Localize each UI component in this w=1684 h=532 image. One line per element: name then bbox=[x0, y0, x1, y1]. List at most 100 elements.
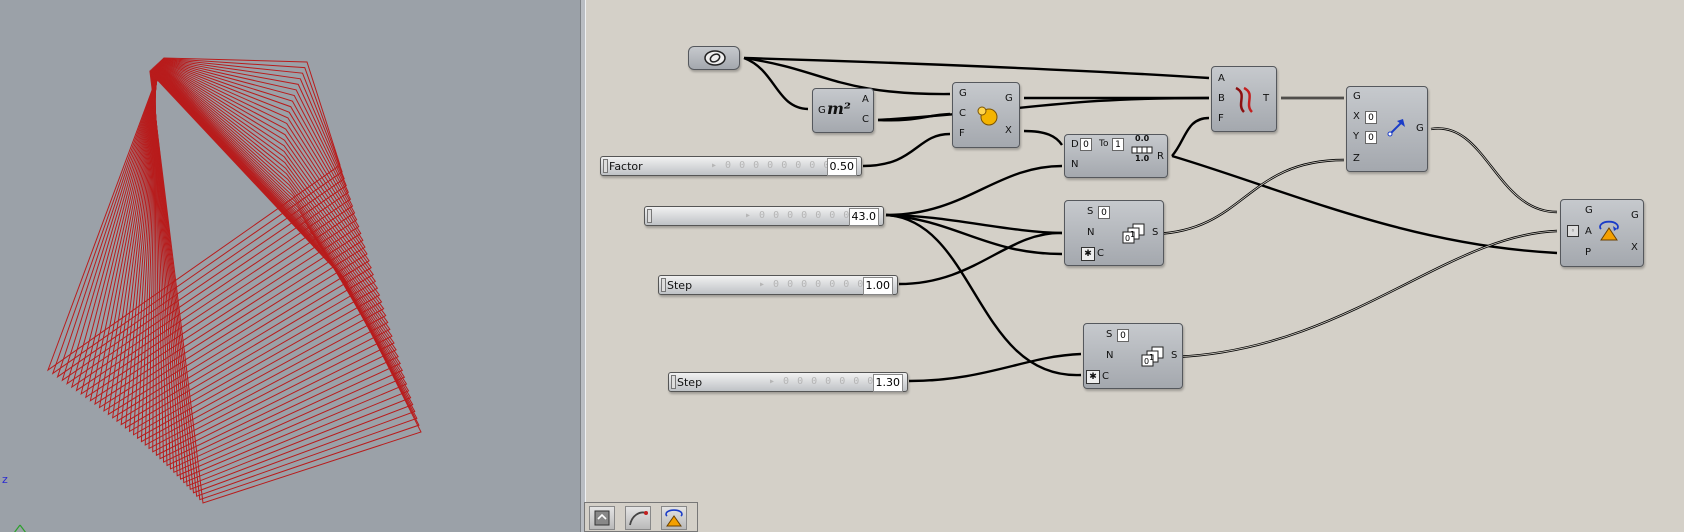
scale-input-c: C bbox=[959, 108, 966, 119]
range-component[interactable]: D 0 To 1 N 0.0 1.0 R bbox=[1064, 134, 1168, 178]
factor-slider[interactable]: Factor ▸ 0 0 0 0 0 0 0 0 0 0.50 bbox=[600, 156, 862, 176]
move-input-z: Z bbox=[1353, 153, 1360, 164]
scale-input-g: G bbox=[959, 88, 967, 99]
step2-slider-label: Step bbox=[677, 376, 703, 389]
bake-icon bbox=[665, 509, 683, 527]
series1-input-n: N bbox=[1087, 227, 1095, 238]
slider-grip[interactable] bbox=[603, 159, 608, 173]
range-icon-top: 0.0 bbox=[1135, 134, 1150, 143]
series1-input-s: S bbox=[1087, 206, 1094, 217]
series2-output-s: S bbox=[1171, 350, 1178, 361]
range-input-d: D bbox=[1071, 139, 1079, 150]
asterisk-flag-icon: ✱ bbox=[1086, 370, 1100, 384]
axis-gizmo-icon bbox=[14, 524, 26, 532]
rotate-output-g: G bbox=[1631, 210, 1639, 221]
area-component[interactable]: G m² A C bbox=[812, 88, 874, 133]
svg-text:1: 1 bbox=[1149, 353, 1154, 362]
count-slider-value: 43.0 bbox=[848, 208, 879, 226]
slider-grip[interactable] bbox=[647, 209, 652, 223]
wire-area-blend-b bbox=[877, 96, 1210, 122]
blend-output-t: T bbox=[1263, 93, 1270, 104]
rotate-icon bbox=[1599, 220, 1619, 241]
tween-curve-icon bbox=[1235, 86, 1254, 113]
tween-curve bbox=[152, 65, 391, 453]
wires-layer bbox=[743, 56, 1558, 383]
move-output-g: G bbox=[1416, 123, 1424, 134]
series2-input-c: C bbox=[1102, 371, 1109, 382]
move-input-g: G bbox=[1353, 91, 1361, 102]
move-input-y: Y bbox=[1353, 131, 1360, 142]
wire-series2-rotate-a bbox=[1174, 229, 1558, 359]
series-icon: 0 1 bbox=[1141, 346, 1164, 367]
scale-icon bbox=[977, 106, 998, 126]
scale-component[interactable]: G C F G X bbox=[952, 82, 1020, 148]
wire-param-area bbox=[743, 56, 809, 111]
range-to-label: To bbox=[1099, 139, 1109, 149]
wire-step2-series2 bbox=[908, 352, 1082, 383]
series-icon: 0 1 bbox=[1122, 223, 1145, 244]
blend-input-a: A bbox=[1218, 73, 1225, 84]
slider-track[interactable]: ▸ 0 0 0 0 0 0 0 0 0 bbox=[711, 160, 844, 172]
blend-input-f: F bbox=[1218, 113, 1224, 124]
z-axis-label: z bbox=[2, 473, 8, 486]
series1-input-c: C bbox=[1097, 248, 1104, 259]
rotate-input-p: P bbox=[1585, 247, 1592, 258]
move-y-value[interactable]: 0 bbox=[1365, 131, 1377, 144]
blend-input-b: B bbox=[1218, 93, 1225, 104]
series2-input-n: N bbox=[1106, 350, 1114, 361]
factor-slider-label: Factor bbox=[609, 160, 643, 173]
step2-slider-value: 1.30 bbox=[872, 374, 903, 392]
sketch-icon bbox=[629, 511, 648, 526]
rotate-output-x: X bbox=[1631, 242, 1638, 253]
series2-start-value[interactable]: 0 bbox=[1117, 329, 1129, 342]
wire-range-blend-f bbox=[1171, 116, 1210, 157]
range-output-r: R bbox=[1157, 151, 1164, 162]
blend-component[interactable]: A B F T bbox=[1211, 66, 1277, 132]
step-slider-2[interactable]: Step ▸ 0 0 0 0 0 0 0 0 0 1.30 bbox=[668, 372, 908, 392]
wire-factor-scale-f bbox=[862, 132, 951, 168]
scale-input-f: F bbox=[959, 128, 965, 139]
series1-start-value[interactable]: 0 bbox=[1098, 206, 1110, 219]
step1-slider-value: 1.00 bbox=[862, 277, 893, 295]
series2-input-s: S bbox=[1106, 329, 1113, 340]
area-input-g: G bbox=[818, 105, 826, 116]
curve-stack-drawing bbox=[46, 57, 422, 504]
canvas-toolbar bbox=[584, 502, 698, 532]
slider-grip[interactable] bbox=[661, 278, 666, 292]
series-component-1[interactable]: S 0 N ✱ C 0 1 S bbox=[1064, 200, 1164, 266]
wire-series1-move-z bbox=[1155, 158, 1345, 236]
area-output-a: A bbox=[862, 94, 869, 105]
svg-text:1: 1 bbox=[1130, 230, 1135, 239]
move-input-x: X bbox=[1353, 111, 1360, 122]
move-component[interactable]: G X 0 Y 0 Z G bbox=[1346, 86, 1428, 172]
geometry-param[interactable] bbox=[688, 46, 740, 70]
move-x-value[interactable]: 0 bbox=[1365, 111, 1377, 124]
series-component-2[interactable]: S 0 N ✱ C 0 1 S bbox=[1083, 323, 1183, 389]
move-arrow-icon bbox=[1387, 119, 1405, 137]
rotate-component[interactable]: G ◦ A P G X bbox=[1560, 199, 1644, 267]
wire-count-range-n bbox=[885, 164, 1063, 217]
grasshopper-canvas[interactable]: G m² A C G C F G X A B F T D 0 To 1 N 0.… bbox=[586, 0, 1684, 532]
slider-grip[interactable] bbox=[671, 375, 676, 389]
range-icon-bottom: 1.0 bbox=[1135, 154, 1150, 163]
bake-button[interactable] bbox=[661, 506, 687, 530]
wire-count-series2-c bbox=[885, 213, 1082, 377]
area-icon: m² bbox=[827, 99, 851, 118]
range-start-value[interactable]: 0 bbox=[1080, 138, 1092, 151]
count-slider[interactable]: ▸ 0 0 0 0 0 0 0 0 0 43.0 bbox=[644, 206, 884, 226]
curve-param-icon bbox=[704, 50, 726, 66]
wire-scale-range bbox=[1023, 129, 1063, 146]
step-slider-1[interactable]: Step ▸ 0 0 0 0 0 0 0 0 0 1.00 bbox=[658, 275, 898, 295]
step1-slider-label: Step bbox=[667, 279, 693, 292]
rotate-input-g: G bbox=[1585, 205, 1593, 216]
area-output-c: C bbox=[862, 114, 869, 125]
range-input-n: N bbox=[1071, 159, 1079, 170]
range-end-value[interactable]: 1 bbox=[1112, 138, 1124, 151]
rhino-viewport[interactable]: z bbox=[0, 0, 580, 532]
asterisk-flag-icon: ✱ bbox=[1081, 247, 1095, 261]
scale-output-g: G bbox=[1005, 93, 1013, 104]
rotate-input-a: A bbox=[1585, 226, 1592, 237]
series1-output-s: S bbox=[1152, 227, 1159, 238]
sketch-button[interactable] bbox=[625, 506, 651, 530]
export-button[interactable] bbox=[589, 506, 615, 530]
